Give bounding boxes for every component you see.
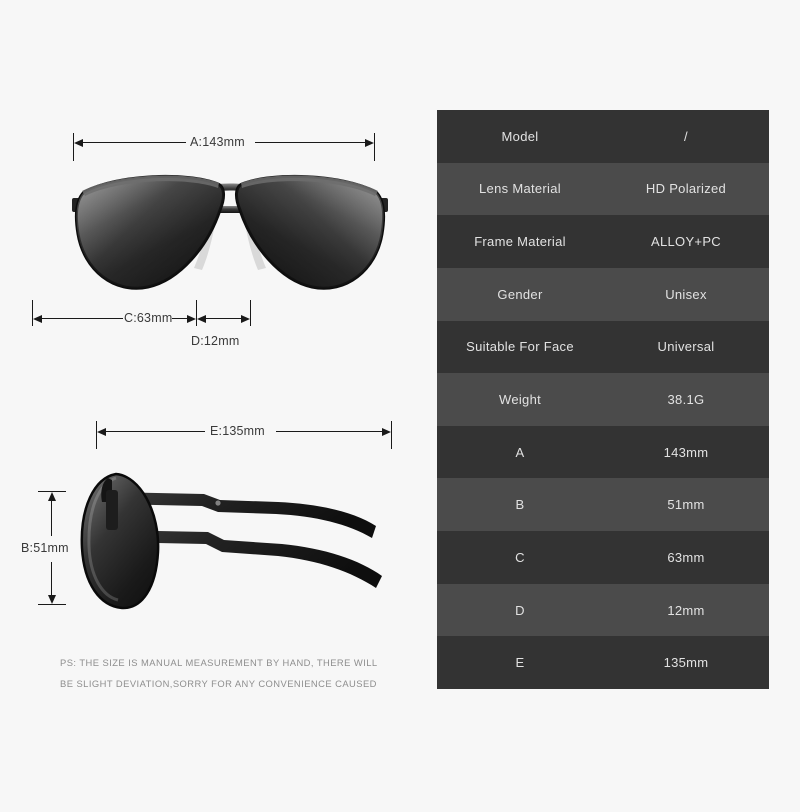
dimension-e-label: E:135mm [210, 424, 265, 438]
spec-row-value: Universal [657, 339, 715, 355]
spec-row-value: Unisex [665, 286, 707, 302]
spec-row: Suitable For Face Universal [437, 320, 769, 374]
spec-row-value: 135mm [663, 655, 709, 671]
measurement-disclaimer: PS: THE SIZE IS MANUAL MEASUREMENT BY HA… [60, 652, 420, 694]
spec-row-key: Gender [497, 286, 543, 302]
dimension-a-line-right [255, 142, 365, 143]
spec-row-key: Suitable For Face [466, 339, 574, 355]
disclaimer-line-2: BE SLIGHT DEVIATION,SORRY FOR ANY CONVEN… [60, 678, 377, 689]
spec-row-key: A [515, 444, 525, 460]
spec-row-value: ALLOY+PC [651, 234, 721, 250]
spec-row-value: 38.1G [667, 392, 705, 408]
spec-row: Frame Material ALLOY+PC [437, 215, 769, 268]
dimension-b-label: B:51mm [21, 541, 69, 555]
dimension-c-line-left [41, 318, 123, 319]
spec-row: Model / [437, 110, 769, 163]
spec-row-value: / [684, 128, 688, 144]
spec-row-value: 63mm [667, 549, 705, 565]
dimension-b-tick-bottom [38, 604, 66, 605]
spec-row: A 143mm [437, 425, 769, 479]
dimension-c-arrow-right [187, 314, 196, 323]
dimension-a-label: A:143mm [190, 135, 245, 149]
spec-row: C 63mm [437, 531, 769, 584]
spec-row: Lens Material HD Polarized [437, 162, 769, 216]
dimension-e-arrow-left [97, 427, 106, 436]
dimension-e-tick-right [391, 421, 392, 449]
spec-row: E 135mm [437, 636, 769, 689]
dimension-c-line-right [172, 318, 187, 319]
dimension-b-arrow-up [47, 492, 56, 501]
dimension-b-arrow-down [47, 595, 56, 604]
spec-row: Weight 38.1G [437, 373, 769, 426]
dimension-d-line [205, 318, 241, 319]
spec-row-value: 143mm [663, 444, 709, 460]
spec-row-key: Weight [498, 392, 542, 408]
aviator-sunglasses-front-view [62, 162, 398, 294]
dimension-d-arrow-right [241, 314, 250, 323]
dimension-b-line-bottom [51, 562, 52, 595]
dimension-e-line-right [276, 431, 382, 432]
dimension-a-arrow-left [74, 138, 83, 147]
dimension-a-arrow-right [365, 138, 374, 147]
disclaimer-line-1: PS: THE SIZE IS MANUAL MEASUREMENT BY HA… [60, 657, 378, 668]
product-diagram-panel: A:143mm C:63mm D:12mm E:135mm B:51mm PS:… [0, 0, 430, 812]
dimension-d-tick-right [250, 300, 251, 326]
dimension-e-arrow-right [382, 427, 391, 436]
spec-row-key: C [515, 549, 525, 565]
dimension-a-tick-left [73, 133, 74, 161]
spec-row-key: B [515, 497, 525, 513]
dimension-b-line-top [51, 500, 52, 536]
dimension-e-line-left [105, 431, 205, 432]
dimension-a-line-left [82, 142, 186, 143]
specification-table: Model / Lens Material HD Polarized Frame Mat… [437, 110, 769, 689]
spec-row-key: Lens Material [479, 181, 561, 197]
product-spec-page: A:143mm C:63mm D:12mm E:135mm B:51mm PS:… [0, 0, 800, 812]
spec-row: D 12mm [437, 583, 769, 637]
dimension-d-arrow-left [197, 314, 206, 323]
spec-row: Gender Unisex [437, 267, 769, 321]
spec-row-key: E [515, 655, 525, 671]
dimension-a-tick-right [374, 133, 375, 161]
spec-row-key: Frame Material [474, 234, 566, 250]
aviator-sunglasses-side-view [72, 468, 402, 613]
dimension-d-label: D:12mm [191, 334, 240, 348]
spec-row-value: 51mm [667, 497, 705, 513]
spec-row-key: Model [501, 128, 539, 144]
spec-row-value: 12mm [667, 602, 705, 618]
spec-row-value: HD Polarized [645, 181, 727, 197]
dimension-c-label: C:63mm [124, 311, 173, 325]
spec-row-key: D [515, 602, 525, 618]
spec-row: B 51mm [437, 478, 769, 532]
dimension-c-arrow-left [33, 314, 42, 323]
